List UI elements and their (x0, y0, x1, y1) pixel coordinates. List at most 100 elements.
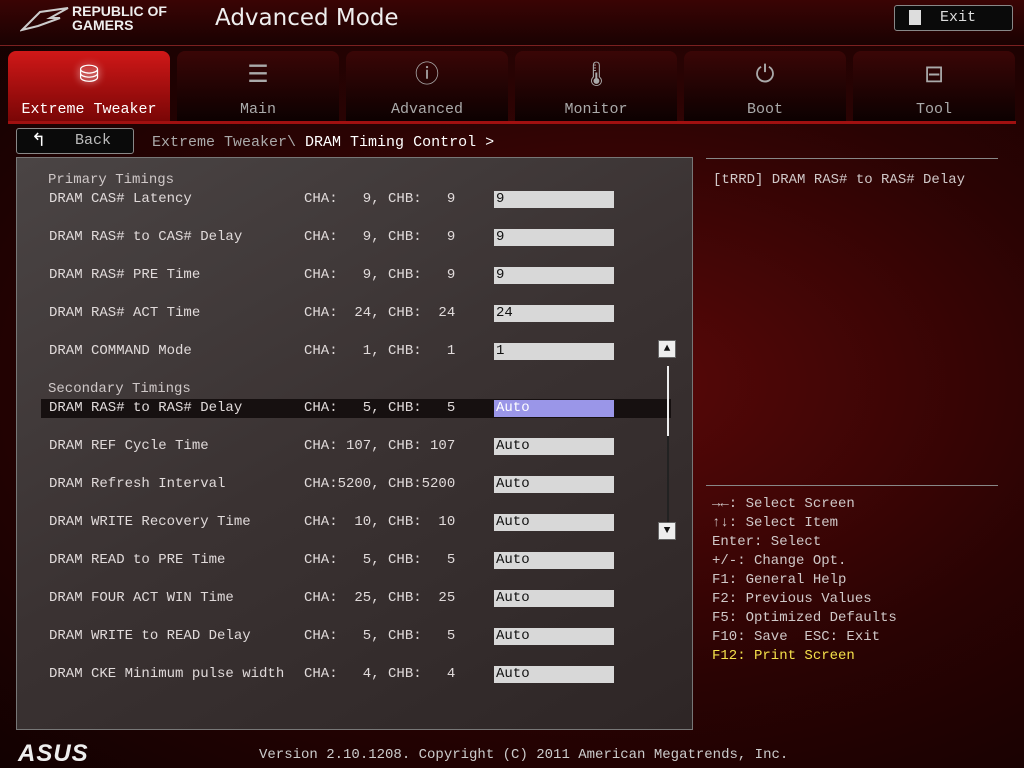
key-hint: F2: Previous Values (712, 591, 872, 607)
exit-door-icon (909, 10, 921, 25)
tab-underline (8, 121, 1016, 124)
scroll-down-button[interactable]: ▼ (658, 522, 676, 540)
setting-row[interactable]: DRAM WRITE Recovery Time CHA: 10, CHB: 10… (41, 513, 671, 532)
setting-value-input[interactable]: Auto (494, 438, 614, 455)
scrollbar-thumb[interactable] (667, 366, 669, 436)
setting-row[interactable]: DRAM RAS# PRE Time CHA: 9, CHB: 9 9 (41, 266, 671, 285)
toolbox-icon: ⊟ (923, 60, 945, 88)
setting-row[interactable]: DRAM RAS# to CAS# Delay CHA: 9, CHB: 9 9 (41, 228, 671, 247)
tab-label: Extreme Tweaker (21, 101, 157, 118)
exit-button[interactable]: Exit (894, 5, 1013, 31)
key-hint: +/-: Change Opt. (712, 553, 847, 569)
setting-label: DRAM COMMAND Mode (49, 343, 192, 359)
list-icon: ☰ (247, 60, 269, 88)
setting-row[interactable]: DRAM REF Cycle Time CHA: 107, CHB: 107 Aut… (41, 437, 671, 456)
tab-label: Main (239, 101, 276, 118)
breadcrumb: Extreme Tweaker\ DRAM Timing Control > (152, 134, 494, 151)
setting-row[interactable]: DRAM RAS# to RAS# Delay CHA: 5, CHB: 5 Aut… (41, 399, 671, 418)
channel-values: CHA: 25, CHB: 25 (304, 590, 456, 606)
key-hint: F5: Optimized Defaults (712, 610, 897, 626)
setting-value-input[interactable]: Auto (494, 552, 614, 569)
tab-label: Advanced (390, 101, 463, 118)
setting-label: DRAM FOUR ACT WIN Time (49, 590, 234, 606)
setting-row[interactable]: DRAM RAS# ACT Time CHA: 24, CHB: 24 24 (41, 304, 671, 323)
setting-row[interactable]: DRAM COMMAND Mode CHA: 1, CHB: 1 1 (41, 342, 671, 361)
tab-boot[interactable]: ⏻ Boot (684, 51, 846, 121)
scroll-up-button[interactable]: ▲ (658, 340, 676, 358)
setting-row[interactable]: DRAM CAS# Latency CHA: 9, CHB: 9 9 (41, 190, 671, 209)
channel-values: CHA: 24, CHB: 24 (304, 305, 456, 321)
setting-value-input[interactable]: Auto (494, 476, 614, 493)
setting-label: DRAM WRITE Recovery Time (49, 514, 251, 530)
setting-row[interactable]: DRAM CKE Minimum pulse width CHA: 4, CHB:… (41, 665, 671, 684)
channel-values: CHA: 9, CHB: 9 (304, 229, 456, 245)
breadcrumb-current: DRAM Timing Control > (305, 134, 495, 151)
help-divider-top (706, 158, 998, 159)
setting-value-input[interactable]: 1 (494, 343, 614, 360)
setting-value-input[interactable]: 9 (494, 229, 614, 246)
key-print-screen: F12: Print Screen (712, 648, 855, 664)
setting-value-input[interactable]: Auto (494, 666, 614, 683)
setting-value-input[interactable]: 9 (494, 267, 614, 284)
setting-label: DRAM RAS# PRE Time (49, 267, 201, 283)
tab-monitor[interactable]: 🌡 Monitor (515, 51, 677, 121)
key-hint: Enter: Select (712, 534, 822, 550)
channel-values: CHA: 10, CHB: 10 (304, 514, 456, 530)
key-hint: F10: Save ESC: Exit (712, 629, 881, 645)
setting-label: DRAM RAS# to RAS# Delay (49, 400, 243, 416)
tab-label: Monitor (564, 101, 628, 118)
setting-value-input[interactable]: 9 (494, 191, 614, 208)
setting-label: DRAM RAS# ACT Time (49, 305, 201, 321)
tab-label: Tool (915, 101, 952, 118)
back-button[interactable]: ↰ Back (16, 128, 134, 154)
key-legend: →←: Select Screen ↑↓: Select Item Enter: S… (712, 495, 897, 666)
tab-label: Boot (746, 101, 783, 118)
key-hint: →←: Select Screen (712, 496, 855, 512)
key-hint: ↑↓: Select Item (712, 515, 839, 531)
channel-values: CHA: 1, CHB: 1 (304, 343, 456, 359)
tab-extreme-tweaker[interactable]: ⛁ Extreme Tweaker (8, 51, 170, 121)
tab-advanced[interactable]: ⓘ Advanced (346, 51, 508, 121)
page-title: Advanced Mode (215, 5, 399, 31)
channel-values: CHA: 5, CHB: 5 (304, 552, 456, 568)
breadcrumb-parent[interactable]: Extreme Tweaker\ (152, 134, 296, 151)
setting-value-input[interactable]: 24 (494, 305, 614, 322)
channel-values: CHA: 107, CHB: 107 (304, 438, 456, 454)
setting-value-input[interactable]: Auto (494, 628, 614, 645)
setting-value-input[interactable]: Auto (494, 400, 614, 417)
help-description: [tRRD] DRAM RAS# to RAS# Delay (713, 172, 966, 188)
asus-logo: ASUS (18, 740, 89, 767)
channel-values: CHA: 5, CHB: 5 (304, 400, 456, 416)
back-label: Back (75, 132, 112, 149)
setting-row[interactable]: DRAM Refresh Interval CHA:5200, CHB:5200 A… (41, 475, 671, 494)
advanced-info-icon: ⓘ (415, 60, 439, 88)
exit-label: Exit (940, 9, 977, 26)
rog-logo-icon (20, 7, 69, 32)
setting-value-input[interactable]: Auto (494, 590, 614, 607)
setting-row[interactable]: DRAM WRITE to READ Delay CHA: 5, CHB: 5 Au… (41, 627, 671, 646)
setting-label: DRAM Refresh Interval (49, 476, 226, 492)
setting-value-input[interactable]: Auto (494, 514, 614, 531)
settings-panel: Primary Timings Secondary Timings DRAM C… (16, 157, 693, 730)
brand-text: REPUBLIC OF GAMERS (72, 3, 167, 33)
setting-row[interactable]: DRAM READ to PRE Time CHA: 5, CHB: 5 Auto (41, 551, 671, 570)
tweaker-icon: ⛁ (78, 60, 100, 88)
header-bar: REPUBLIC OF GAMERS Advanced Mode Exit (0, 0, 1024, 46)
channel-values: CHA: 9, CHB: 9 (304, 191, 456, 207)
key-hint: F1: General Help (712, 572, 847, 588)
power-icon: ⏻ (755, 60, 775, 88)
setting-label: DRAM REF Cycle Time (49, 438, 209, 454)
setting-label: DRAM CAS# Latency (49, 191, 192, 207)
setting-label: DRAM CKE Minimum pulse width (49, 666, 285, 682)
thermometer-icon: 🌡 (581, 60, 612, 88)
setting-row[interactable]: DRAM FOUR ACT WIN Time CHA: 25, CHB: 25 Au… (41, 589, 671, 608)
setting-label: DRAM RAS# to CAS# Delay (49, 229, 243, 245)
primary-timings-header: Primary Timings (48, 172, 175, 188)
tab-main[interactable]: ☰ Main (177, 51, 339, 121)
channel-values: CHA: 9, CHB: 9 (304, 267, 456, 283)
setting-label: DRAM WRITE to READ Delay (49, 628, 251, 644)
tab-tool[interactable]: ⊟ Tool (853, 51, 1015, 121)
version-text: Version 2.10.1208. Copyright (C) 2011 Am… (259, 747, 789, 763)
secondary-timings-header: Secondary Timings (48, 381, 191, 397)
setting-label: DRAM READ to PRE Time (49, 552, 226, 568)
